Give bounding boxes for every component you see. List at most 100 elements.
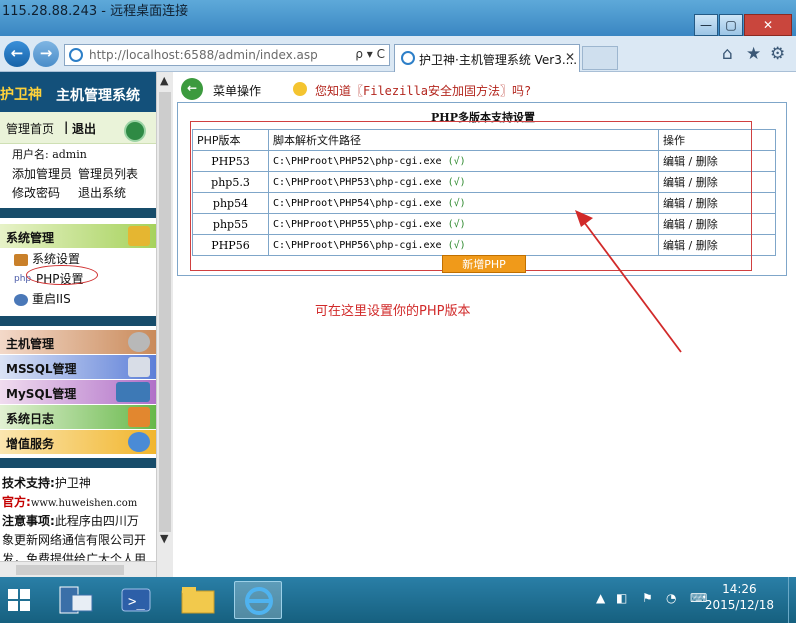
sidebar-horizontal-scrollbar[interactable] <box>0 561 156 577</box>
section-system[interactable]: 系统管理 <box>0 224 156 248</box>
section-mysql[interactable]: MySQL管理 <box>0 380 156 404</box>
restart-iis-item[interactable]: 重启IIS <box>14 290 71 307</box>
favorites-icon[interactable]: ★ <box>746 44 761 64</box>
windows-logo-icon <box>8 589 30 611</box>
server-manager-icon[interactable] <box>52 581 100 619</box>
rdp-title-bar: 115.28.88.243 - 远程桌面连接 — ▢ ✕ <box>0 0 796 36</box>
tip-link[interactable]: 您知道〖Filezilla安全加固方法〗吗? <box>315 82 531 99</box>
back-arrow-icon[interactable]: ← <box>181 78 203 100</box>
section-logs[interactable]: 系统日志 <box>0 405 156 429</box>
scroll-down-icon[interactable]: ▼ <box>160 532 168 545</box>
section-value-added-label: 增值服务 <box>6 437 55 451</box>
scroll-up-icon[interactable]: ▲ <box>160 74 168 87</box>
site-link[interactable]: www.huweishen.com <box>31 498 137 509</box>
address-bar[interactable]: http://localhost:6588/admin/index.asp ρ … <box>64 44 390 66</box>
change-password-link[interactable]: 修改密码 <box>12 184 60 201</box>
settings-gear-icon[interactable]: ⚙ <box>770 44 785 64</box>
divider <box>0 208 156 218</box>
svg-text:>_: >_ <box>128 594 145 610</box>
site-label: 官方: <box>2 495 31 509</box>
section-host[interactable]: 主机管理 <box>0 330 156 354</box>
tab-close-icon[interactable]: ✕ <box>565 50 575 64</box>
add-php-button[interactable]: 新增PHP <box>442 255 526 273</box>
main-content: ← 菜单操作 您知道〖Filezilla安全加固方法〗吗? PHP多版本支持设置… <box>173 72 796 577</box>
annotation-text: 可在这里设置你的PHP版本 <box>315 304 471 319</box>
divider <box>0 458 156 468</box>
section-mssql[interactable]: MSSQL管理 <box>0 355 156 379</box>
system-clock[interactable]: 14:26 2015/12/18 <box>705 581 774 613</box>
taskbar: >_ ▲ ◧ ⚑ ◔ ⌨ 14:26 2015/12/18 <box>0 577 796 623</box>
section-host-label: 主机管理 <box>6 337 55 351</box>
scroll-thumb[interactable] <box>159 92 171 532</box>
main-toolbar: ← 菜单操作 您知道〖Filezilla安全加固方法〗吗? <box>181 76 791 102</box>
page-content: 护卫神 主机管理系统 管理首页 | 退出 用户名: admin 添加管理员 管理… <box>0 72 796 577</box>
gear-icon <box>128 226 150 246</box>
brand-name: 护卫神 <box>0 87 42 103</box>
restore-button[interactable]: ▢ <box>719 14 743 36</box>
highlight-oval <box>26 265 98 285</box>
database-icon <box>128 357 150 377</box>
user-icon <box>128 432 150 452</box>
volume-icon[interactable]: ◔ <box>666 591 676 605</box>
mysql-icon <box>116 382 150 402</box>
browser-tab[interactable]: 护卫神·主机管理系统 Ver3.... ✕ <box>394 44 580 72</box>
close-button[interactable]: ✕ <box>744 14 792 36</box>
address-url[interactable]: http://localhost:6588/admin/index.asp <box>89 48 318 62</box>
exit-system-link[interactable]: 退出系统 <box>78 184 126 201</box>
support-value: 护卫神 <box>54 476 91 490</box>
shield-icon <box>124 120 146 142</box>
section-logs-label: 系统日志 <box>6 412 55 426</box>
php-settings-panel: PHP多版本支持设置 PHP版本 脚本解析文件路径 操作 PHP53 C:\PH… <box>177 102 787 276</box>
section-system-label: 系统管理 <box>6 231 55 245</box>
new-tab-button[interactable] <box>582 46 618 70</box>
sidebar: 护卫神 主机管理系统 管理首页 | 退出 用户名: admin 添加管理员 管理… <box>0 72 156 577</box>
address-tools[interactable]: ρ ▾ C <box>355 47 385 61</box>
sidebar-top-nav: 管理首页 | 退出 <box>0 112 156 144</box>
scroll-thumb[interactable] <box>16 565 124 575</box>
brand-subtitle: 主机管理系统 <box>56 88 140 104</box>
iis-icon <box>14 293 28 306</box>
flag-icon[interactable]: ⚑ <box>642 591 653 605</box>
start-button[interactable] <box>2 581 50 619</box>
rdp-title: 115.28.88.243 - 远程桌面连接 <box>2 4 189 19</box>
notice-text-2: 象更新网络通信有限公司开 <box>2 533 147 547</box>
home-icon[interactable]: ⌂ <box>722 44 733 64</box>
show-desktop-button[interactable] <box>788 577 796 623</box>
chart-icon <box>128 407 150 427</box>
section-mysql-label: MySQL管理 <box>6 387 77 401</box>
forward-button[interactable]: → <box>33 41 59 67</box>
browser-toolbar: ← → http://localhost:6588/admin/index.as… <box>0 36 796 72</box>
file-explorer-icon[interactable] <box>174 581 222 619</box>
internet-explorer-icon[interactable] <box>234 581 282 619</box>
minimize-button[interactable]: — <box>694 14 718 36</box>
notice-text-1: 此程序由四川万 <box>54 514 139 528</box>
add-admin-link[interactable]: 添加管理员 <box>12 165 72 182</box>
settings-icon <box>14 253 28 266</box>
sidebar-vertical-scrollbar[interactable]: ▲ ▼ <box>156 72 173 577</box>
powershell-icon[interactable]: >_ <box>112 581 160 619</box>
menu-operation-link[interactable]: 菜单操作 <box>213 82 261 99</box>
tray-expand-icon[interactable]: ▲ <box>596 591 605 605</box>
tab-title: 护卫神·主机管理系统 Ver3.... <box>419 53 578 67</box>
nav-logout-link[interactable]: 退出 <box>72 120 96 137</box>
ie-page-icon <box>69 48 83 62</box>
nav-separator: | <box>64 120 69 134</box>
network-icon[interactable]: ◧ <box>616 591 627 605</box>
support-label: 技术支持: <box>2 476 55 490</box>
back-button[interactable]: ← <box>4 41 30 67</box>
admin-list-link[interactable]: 管理员列表 <box>78 165 138 182</box>
username-label: 用户名: admin <box>12 148 87 161</box>
system-settings-label: 系统设置 <box>32 252 81 266</box>
divider <box>0 316 156 326</box>
brand-header: 护卫神 主机管理系统 <box>0 72 156 112</box>
highlight-box <box>190 121 752 271</box>
section-mssql-label: MSSQL管理 <box>6 362 77 376</box>
smiley-icon <box>293 82 307 96</box>
nav-home-link[interactable]: 管理首页 <box>6 120 54 137</box>
clock-date: 2015/12/18 <box>704 598 774 612</box>
tab-ie-icon <box>401 51 415 65</box>
section-value-added[interactable]: 增值服务 <box>0 430 156 454</box>
restart-iis-label: 重启IIS <box>32 292 71 306</box>
gear-icon <box>128 332 150 352</box>
clock-time: 14:26 <box>722 582 757 596</box>
